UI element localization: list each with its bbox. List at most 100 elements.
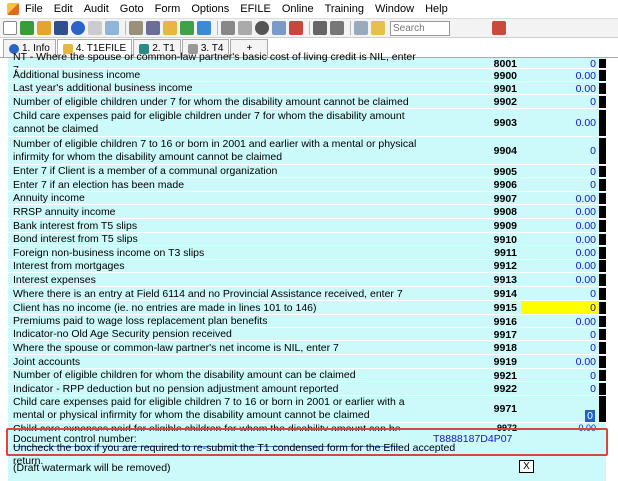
row-marker xyxy=(599,206,606,218)
row-description: Where the spouse or common-law partner's… xyxy=(13,341,339,354)
star-icon[interactable] xyxy=(88,21,102,35)
row-description: Bank interest from T5 slips xyxy=(13,219,138,232)
row-description: RRSP annuity income xyxy=(13,205,116,218)
open-icon[interactable] xyxy=(20,21,34,35)
row-code: 9911 xyxy=(494,247,517,259)
row-value-field[interactable]: 0 xyxy=(585,410,595,422)
menu-options[interactable]: Options xyxy=(191,3,229,15)
row-value-field[interactable]: 0.00 xyxy=(521,273,599,287)
row-marker xyxy=(599,316,606,327)
preview-icon[interactable] xyxy=(105,21,119,35)
menu-online[interactable]: Online xyxy=(282,3,314,15)
row-value-field[interactable]: 0 xyxy=(521,287,599,301)
zoom-icon[interactable] xyxy=(255,21,269,35)
row-code: 9908 xyxy=(493,206,517,218)
row-value-field[interactable]: 0.00 xyxy=(521,246,599,260)
form-row: Client has no income (ie. no entries are… xyxy=(8,301,606,315)
form-row: Bank interest from T5 slips 9909 0.00 xyxy=(8,219,606,233)
info-icon[interactable] xyxy=(71,21,85,35)
row-value-field[interactable]: 0 xyxy=(521,137,599,165)
row-value-field[interactable]: 0.00 xyxy=(521,109,599,137)
form-row: Foreign non-business income on T3 slips 9… xyxy=(8,246,606,260)
row-code: 9906 xyxy=(493,179,517,191)
row-code: 9902 xyxy=(493,96,517,108)
row-marker xyxy=(599,220,606,232)
row-marker xyxy=(599,274,606,286)
row-marker xyxy=(599,70,606,81)
row-description: Joint accounts xyxy=(13,355,81,368)
row-description: Child care expenses paid for eligible ch… xyxy=(13,110,405,135)
back-arrow-icon[interactable] xyxy=(180,21,194,35)
row-code: 9918 xyxy=(493,342,517,354)
row-description: Where there is an entry at Field 6114 an… xyxy=(13,287,403,300)
window-icon[interactable] xyxy=(272,21,286,35)
row-marker xyxy=(599,356,606,368)
row-value-field[interactable]: 0 xyxy=(521,341,599,355)
note-icon[interactable] xyxy=(371,21,385,35)
row-description: Number of eligible children 7 to 16 or b… xyxy=(13,138,417,163)
row-value-field[interactable]: 0.00 xyxy=(521,355,599,369)
menu-training[interactable]: Training xyxy=(325,3,364,15)
row-code: 9914 xyxy=(493,288,517,300)
resubmit-checkbox[interactable]: X xyxy=(519,460,534,473)
row-marker xyxy=(599,96,606,108)
row-marker xyxy=(599,260,606,272)
menu-file[interactable]: File xyxy=(25,3,43,15)
list-icon[interactable] xyxy=(146,21,160,35)
row-marker xyxy=(599,329,606,340)
row-marker xyxy=(599,179,606,191)
row-value-field[interactable]: 0 xyxy=(521,95,599,109)
layout-icon[interactable] xyxy=(238,21,252,35)
form-row: Joint accounts 9919 0.00 xyxy=(8,355,606,369)
forward-arrow-icon[interactable] xyxy=(197,21,211,35)
row-value-field[interactable]: 0.00 xyxy=(521,219,599,233)
highlight-box xyxy=(6,428,608,456)
app-logo-icon xyxy=(7,3,19,15)
row-description: Interest expenses xyxy=(13,273,96,286)
form-row: Where there is an entry at Field 6114 an… xyxy=(8,287,606,301)
menu-edit[interactable]: Edit xyxy=(54,3,73,15)
form-grid: NT - Where the spouse or common-law part… xyxy=(8,51,606,481)
row-marker xyxy=(599,247,606,259)
row-marker xyxy=(599,383,606,395)
row-value-field[interactable]: 0 xyxy=(521,178,599,192)
link-icon[interactable] xyxy=(354,21,368,35)
menu-efile[interactable]: EFILE xyxy=(240,3,271,15)
form-row: Number of eligible children 7 to 16 or b… xyxy=(8,137,606,165)
row-description: Enter 7 if an election has been made xyxy=(13,178,185,191)
lock-icon[interactable] xyxy=(163,21,177,35)
grid-icon[interactable] xyxy=(221,21,235,35)
menu-window[interactable]: Window xyxy=(375,3,414,15)
row-value-field[interactable]: 0.00 xyxy=(521,205,599,219)
toolbar: Search xyxy=(0,18,618,38)
user-icon[interactable] xyxy=(492,21,506,35)
menu-goto[interactable]: Goto xyxy=(120,3,144,15)
new-file-icon[interactable] xyxy=(3,21,17,35)
printer-icon[interactable] xyxy=(313,21,327,35)
menu-form[interactable]: Form xyxy=(155,3,181,15)
form-row: Interest from mortgages 9912 0.00 xyxy=(8,259,606,273)
search-input[interactable]: Search xyxy=(390,20,450,36)
screens-icon[interactable] xyxy=(289,21,303,35)
row-marker xyxy=(599,110,606,136)
row-code: 9903 xyxy=(493,117,517,129)
form-row: Where the spouse or common-law partner's… xyxy=(8,341,606,355)
row-code: 9912 xyxy=(493,260,517,272)
form-row: Child care expenses paid for eligible ch… xyxy=(8,395,606,423)
resubmit-note: (Draft watermark will be removed) xyxy=(13,461,171,474)
row-marker xyxy=(599,342,606,354)
save-icon[interactable] xyxy=(54,21,68,35)
menu-help[interactable]: Help xyxy=(425,3,448,15)
row-value-field[interactable]: 0.00 xyxy=(521,259,599,273)
form-row: Child care expenses paid for eligible ch… xyxy=(8,109,606,137)
row-value-field[interactable]: 0 xyxy=(521,382,599,396)
row-code: 9922 xyxy=(493,383,517,395)
calculator-icon[interactable] xyxy=(129,21,143,35)
row-marker xyxy=(599,193,606,204)
form-row: Interest expenses 9913 0.00 xyxy=(8,273,606,287)
print-preview-icon[interactable] xyxy=(330,21,344,35)
menu-audit[interactable]: Audit xyxy=(84,3,109,15)
row-description: Interest from mortgages xyxy=(13,259,125,272)
folder-icon[interactable] xyxy=(37,21,51,35)
row-value-field[interactable]: 0 xyxy=(521,301,599,315)
